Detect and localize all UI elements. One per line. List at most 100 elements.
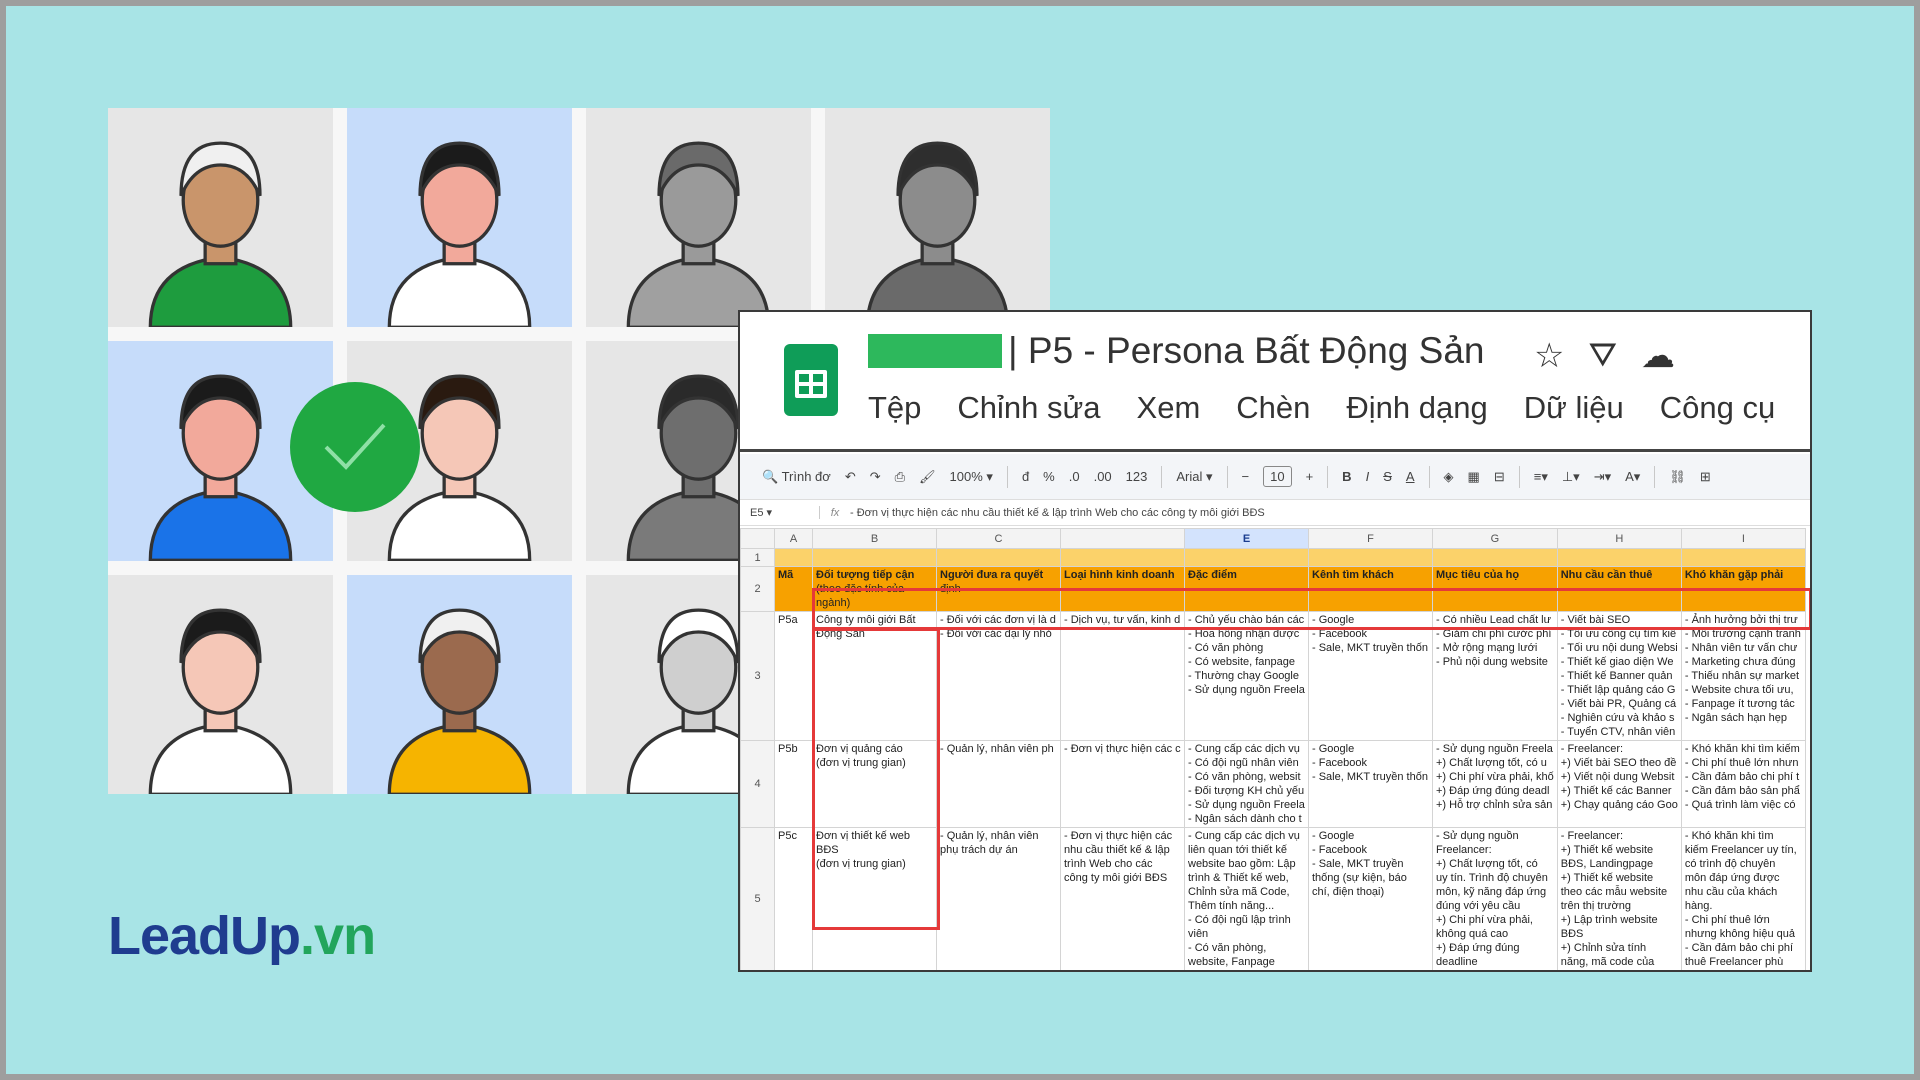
zoom-select[interactable]: 100% ▾ [950, 469, 993, 485]
text-rotation-icon[interactable]: A▾ [1625, 469, 1640, 485]
fill-color-icon[interactable]: ◈ [1444, 469, 1454, 485]
cell[interactable]: - Ảnh hưởng bởi thị trư - Môi trường cạn… [1680, 611, 1806, 741]
italic-button[interactable]: I [1366, 469, 1370, 484]
cell[interactable]: - Đối với các đơn vị là d - Đối với các … [936, 611, 1061, 741]
cloud-status-icon[interactable]: ☁ [1641, 336, 1675, 376]
corner-cell[interactable] [740, 528, 775, 549]
move-to-drive-icon[interactable]: ⛛ [1588, 336, 1617, 376]
cell[interactable] [936, 548, 1061, 567]
menu-file[interactable]: Tệp [868, 390, 921, 426]
bold-button[interactable]: B [1342, 469, 1351, 484]
cell[interactable]: - Freelancer: +) Thiết kế website BĐS, L… [1556, 827, 1682, 970]
font-select[interactable]: Arial ▾ [1176, 469, 1212, 485]
row-header-3[interactable]: 3 [740, 611, 775, 741]
column-header-g[interactable]: G [1432, 528, 1558, 549]
cell[interactable] [1556, 548, 1682, 567]
cell[interactable] [1060, 548, 1185, 567]
cell[interactable]: - Cung cấp các dịch vụ liên quan tới thi… [1184, 827, 1309, 970]
insert-comment-icon[interactable]: ⊞ [1700, 469, 1711, 485]
font-size-increase-button[interactable]: + [1306, 469, 1314, 484]
font-size-decrease-button[interactable]: − [1242, 469, 1250, 484]
cell[interactable]: - Quản lý, nhân viên ph [936, 740, 1061, 828]
cell[interactable]: - Cung cấp các dịch vụ - Có đội ngũ nhân… [1184, 740, 1309, 828]
header-cell[interactable]: Khó khăn gặp phải [1680, 566, 1806, 612]
cell[interactable]: - Viết bài SEO - Tối ưu công cụ tìm kiế … [1556, 611, 1682, 741]
cell[interactable] [774, 548, 813, 567]
cell[interactable]: - Chủ yếu chào bán các - Hoa hồng nhận đ… [1184, 611, 1309, 741]
menu-view[interactable]: Xem [1137, 390, 1201, 426]
header-cell[interactable]: Đặc điểm [1184, 566, 1309, 612]
header-cell[interactable]: Kênh tìm khách [1308, 566, 1433, 612]
search-menus[interactable]: 🔍 Trình đơ [762, 469, 831, 485]
cell[interactable] [1308, 548, 1433, 567]
google-sheets-logo-icon[interactable] [784, 344, 838, 416]
column-header-h[interactable]: H [1556, 528, 1682, 549]
number-format-button[interactable]: 123 [1126, 469, 1148, 484]
cell[interactable]: - Quản lý, nhân viên phụ trách dự án [936, 827, 1061, 970]
header-cell[interactable]: Loại hình kinh doanh [1060, 566, 1185, 612]
cell[interactable]: - Freelancer: +) Viết bài SEO theo đề +)… [1556, 740, 1682, 828]
cell[interactable]: - Google - Facebook - Sale, MKT truyền t… [1308, 611, 1433, 741]
borders-icon[interactable]: ▦ [1468, 469, 1480, 485]
star-icon[interactable]: ☆ [1534, 336, 1564, 376]
cell[interactable]: - Google - Facebook - Sale, MKT truyền t… [1308, 827, 1433, 970]
column-header-a[interactable]: A [774, 528, 813, 549]
cell[interactable]: - Khó khăn khi tìm kiếm - Chi phí thuê l… [1680, 740, 1806, 828]
cell[interactable]: - Đơn vị thực hiện các c [1060, 740, 1185, 828]
text-color-button[interactable]: A [1406, 469, 1415, 484]
header-cell[interactable]: Đối tượng tiếp cận (theo đặc tính của ngà… [812, 566, 937, 612]
header-cell[interactable]: Mã [774, 566, 813, 612]
document-title[interactable]: | P5 - Persona Bất Động Sản [1008, 330, 1485, 372]
row-header-5[interactable]: 5 [740, 827, 775, 970]
cell[interactable] [1680, 548, 1806, 567]
merge-cells-icon[interactable]: ⊟ [1494, 469, 1505, 485]
cell[interactable] [1184, 548, 1309, 567]
cell[interactable]: P5c [774, 827, 813, 970]
cell[interactable]: - Sử dụng nguồn Freelancer: +) Chất lượn… [1432, 827, 1558, 970]
increase-decimal-button[interactable]: .00 [1094, 469, 1112, 484]
print-icon[interactable]: ⎙ [895, 469, 905, 485]
cell[interactable]: Công ty môi giới Bất Động Sản [812, 611, 937, 741]
formula-input[interactable]: - Đơn vị thực hiện các nhu cầu thiết kế … [850, 507, 1265, 519]
align-horizontal-icon[interactable]: ≡▾ [1534, 469, 1548, 485]
cell[interactable]: Đơn vị quảng cáo (đơn vị trung gian) [812, 740, 937, 828]
header-cell[interactable]: Nhu cầu cần thuê [1556, 566, 1682, 612]
row-header-1[interactable]: 1 [740, 548, 775, 567]
menu-edit[interactable]: Chỉnh sửa [957, 390, 1100, 426]
cell[interactable]: - Có nhiều Lead chất lư - Giảm chi phí c… [1432, 611, 1558, 741]
cell[interactable]: P5b [774, 740, 813, 828]
column-header-c[interactable]: C [936, 528, 1061, 549]
undo-icon[interactable]: ↶ [845, 469, 856, 485]
cell[interactable] [1432, 548, 1558, 567]
insert-link-icon[interactable]: ⛓ [1669, 469, 1686, 485]
strikethrough-button[interactable]: S [1383, 469, 1392, 484]
align-vertical-icon[interactable]: ⊥▾ [1562, 469, 1580, 485]
currency-format-button[interactable]: đ [1022, 469, 1029, 484]
column-header-b[interactable]: B [812, 528, 937, 549]
redo-icon[interactable]: ↷ [870, 469, 881, 485]
name-box[interactable]: E5 ▾ [740, 506, 820, 519]
percent-format-button[interactable]: % [1043, 469, 1055, 484]
text-wrapping-icon[interactable]: ⇥▾ [1594, 469, 1611, 485]
cell[interactable]: Đơn vị thiết kế web BĐS (đơn vị trung gi… [812, 827, 937, 970]
cell[interactable]: - Dịch vụ, tư vấn, kinh d [1060, 611, 1185, 741]
menu-tools[interactable]: Công cụ [1660, 390, 1775, 426]
font-size-input[interactable]: 10 [1263, 466, 1292, 487]
cell[interactable]: - Khó khăn khi tìm kiếm Freelancer uy tí… [1680, 827, 1806, 970]
row-header-4[interactable]: 4 [740, 740, 775, 828]
paint-format-icon[interactable]: 🖌 [919, 469, 936, 485]
column-header-i[interactable]: I [1680, 528, 1806, 549]
row-header-2[interactable]: 2 [740, 566, 775, 612]
cell[interactable]: - Google - Facebook - Sale, MKT truyền t… [1308, 740, 1433, 828]
column-header-f[interactable]: F [1308, 528, 1433, 549]
cell[interactable]: P5a [774, 611, 813, 741]
column-header-e[interactable]: E [1184, 528, 1309, 549]
cell[interactable]: - Đơn vị thực hiện các nhu cầu thiết kế … [1060, 827, 1185, 970]
header-cell[interactable]: Người đưa ra quyết định [936, 566, 1061, 612]
cell[interactable]: - Sử dụng nguồn Freela +) Chất lượng tốt… [1432, 740, 1558, 828]
cell[interactable] [812, 548, 937, 567]
menu-insert[interactable]: Chèn [1236, 390, 1310, 426]
menu-format[interactable]: Định dạng [1346, 390, 1487, 426]
decrease-decimal-button[interactable]: .0 [1069, 469, 1080, 484]
menu-data[interactable]: Dữ liệu [1524, 390, 1624, 426]
